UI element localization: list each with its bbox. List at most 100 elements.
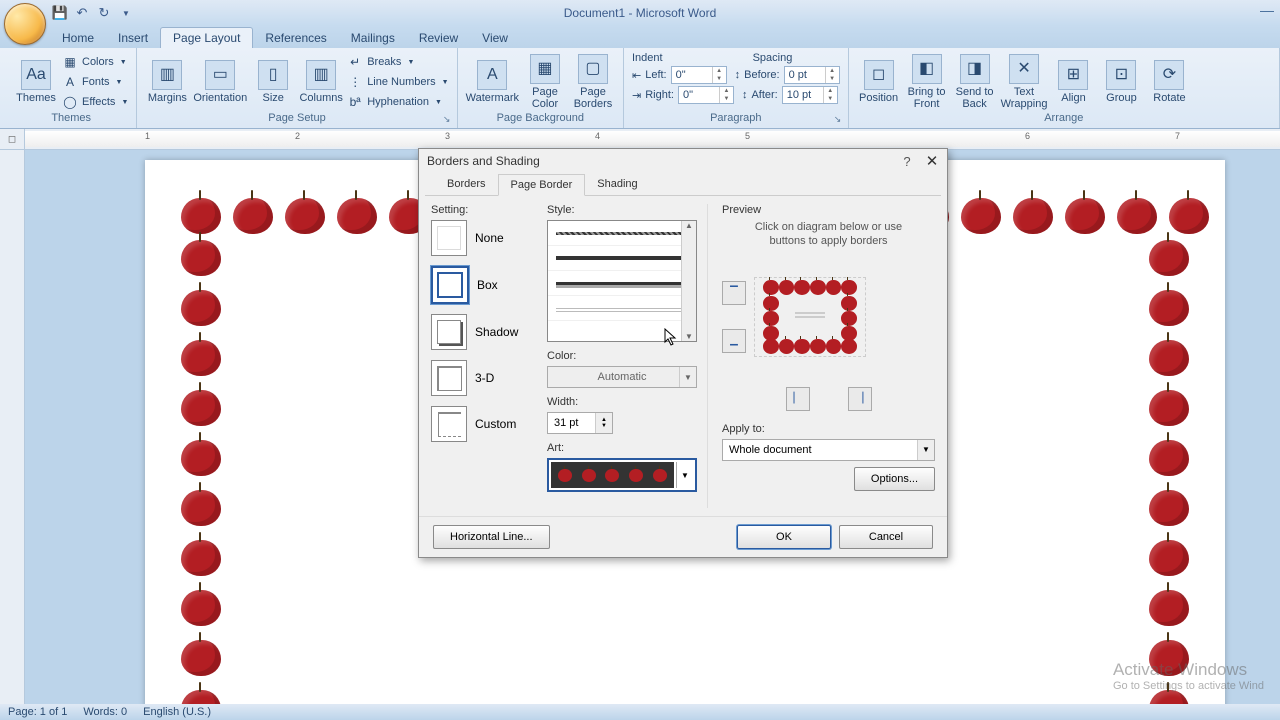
tab-page-layout[interactable]: Page Layout: [160, 27, 253, 48]
setting-shadow[interactable]: Shadow: [431, 314, 541, 350]
width-combo[interactable]: 31 pt ▲▼: [547, 412, 613, 434]
group-label-themes: Themes: [14, 112, 128, 126]
cancel-button[interactable]: Cancel: [839, 525, 933, 549]
setting-label: Setting:: [431, 204, 541, 216]
indent-left-input[interactable]: 0"▲▼: [671, 66, 727, 84]
align-icon: ⊞: [1058, 60, 1088, 90]
dialog-tab-borders[interactable]: Borders: [435, 174, 498, 196]
ruler-corner-icon[interactable]: ◻: [0, 129, 25, 149]
page-color-icon: ▦: [530, 54, 560, 84]
art-combo[interactable]: ▼: [547, 458, 697, 492]
status-page[interactable]: Page: 1 of 1: [8, 706, 67, 718]
hyphenation-button[interactable]: bªHyphenation▼: [347, 93, 448, 111]
borders-shading-dialog: Borders and Shading ? ✕ Borders Page Bor…: [418, 148, 948, 558]
dialog-tab-page-border[interactable]: Page Border: [498, 174, 586, 196]
paragraph-launcher-icon[interactable]: ↘: [832, 113, 844, 125]
group-button[interactable]: ⊡Group: [1099, 60, 1143, 104]
horizontal-line-button[interactable]: Horizontal Line...: [433, 525, 550, 549]
dialog-footer: Horizontal Line... OK Cancel: [419, 516, 947, 557]
effects-icon: ◯: [62, 94, 78, 110]
tab-view[interactable]: View: [470, 28, 520, 48]
style-listbox[interactable]: ▲▼: [547, 220, 697, 342]
breaks-button[interactable]: ↵Breaks▼: [347, 53, 448, 71]
send-back-icon: ◨: [960, 54, 990, 84]
qat-dropdown-icon[interactable]: ▼: [116, 3, 136, 23]
preview-left-border-button[interactable]: ▏: [786, 387, 810, 411]
bring-front-button[interactable]: ◧Bring to Front: [905, 54, 949, 110]
group-page-setup: ▥Margins ▭Orientation ▯Size ▥Columns ↵Br…: [137, 48, 457, 128]
size-button[interactable]: ▯Size: [251, 60, 295, 104]
setting-box[interactable]: Box: [431, 266, 541, 304]
dialog-titlebar[interactable]: Borders and Shading ? ✕: [419, 149, 947, 173]
dialog-close-icon[interactable]: ✕: [921, 151, 943, 171]
redo-icon[interactable]: ↻: [94, 3, 114, 23]
spacing-after-icon: ↕: [742, 89, 748, 101]
style-column: Style: ▲▼ Color: Automatic ▼ Width: 31 p…: [547, 204, 708, 508]
spacing-before-input[interactable]: 0 pt▲▼: [784, 66, 840, 84]
margins-button[interactable]: ▥Margins: [145, 60, 189, 104]
width-spinner[interactable]: ▲▼: [595, 413, 612, 433]
horizontal-ruler[interactable]: 1 2 3 4 5 6 7: [25, 131, 1280, 147]
status-words[interactable]: Words: 0: [83, 706, 127, 718]
window-title: Document1 - Microsoft Word: [564, 6, 717, 20]
tab-insert[interactable]: Insert: [106, 28, 160, 48]
chevron-down-icon: ▼: [917, 440, 934, 460]
tab-review[interactable]: Review: [407, 28, 470, 48]
apply-to-combo[interactable]: Whole document ▼: [722, 439, 935, 461]
effects-button[interactable]: ◯Effects▼: [62, 93, 128, 111]
orientation-button[interactable]: ▭Orientation: [193, 60, 247, 104]
tab-home[interactable]: Home: [50, 28, 106, 48]
rotate-icon: ⟳: [1154, 60, 1184, 90]
chevron-down-icon: ▼: [676, 462, 693, 488]
setting-custom[interactable]: Custom: [431, 406, 541, 442]
watermark-icon: A: [477, 60, 507, 90]
dialog-help-icon[interactable]: ?: [897, 151, 917, 171]
page-color-button[interactable]: ▦Page Color: [523, 54, 567, 110]
page-setup-launcher-icon[interactable]: ↘: [441, 113, 453, 125]
fonts-button[interactable]: AFonts▼: [62, 73, 128, 91]
status-language[interactable]: English (U.S.): [143, 706, 211, 718]
group-label-paragraph: Paragraph: [632, 112, 840, 126]
columns-button[interactable]: ▥Columns: [299, 60, 343, 104]
align-button[interactable]: ⊞Align: [1051, 60, 1095, 104]
preview-right-border-button[interactable]: ▕: [848, 387, 872, 411]
watermark-button[interactable]: AWatermark: [466, 60, 519, 104]
setting-3d[interactable]: 3-D: [431, 360, 541, 396]
indent-left-icon: ⇤: [632, 69, 641, 82]
send-back-button[interactable]: ◨Send to Back: [953, 54, 997, 110]
title-bar: 💾 ↶ ↻ ▼ Document1 - Microsoft Word —: [0, 0, 1280, 26]
line-numbers-button[interactable]: ⋮Line Numbers▼: [347, 73, 448, 91]
setting-none[interactable]: None: [431, 220, 541, 256]
text-wrap-button[interactable]: ✕Text Wrapping: [1001, 54, 1048, 110]
color-combo[interactable]: Automatic ▼: [547, 366, 697, 388]
ok-button[interactable]: OK: [737, 525, 831, 549]
group-arrange: ◻Position ◧Bring to Front ◨Send to Back …: [849, 48, 1280, 128]
tab-references[interactable]: References: [253, 28, 338, 48]
bring-front-icon: ◧: [912, 54, 942, 84]
setting-3d-thumb: [431, 360, 467, 396]
style-scrollbar[interactable]: ▲▼: [681, 221, 696, 341]
dialog-tab-shading[interactable]: Shading: [585, 174, 649, 196]
preview-bottom-border-button[interactable]: ▁: [722, 329, 746, 353]
undo-icon[interactable]: ↶: [72, 3, 92, 23]
vertical-ruler[interactable]: [0, 150, 25, 706]
preview-top-border-button[interactable]: ▔: [722, 281, 746, 305]
themes-label: Themes: [16, 92, 56, 104]
preview-page[interactable]: [754, 277, 866, 357]
colors-button[interactable]: ▦Colors▼: [62, 53, 128, 71]
tab-mailings[interactable]: Mailings: [339, 28, 407, 48]
rotate-button[interactable]: ⟳Rotate: [1147, 60, 1191, 104]
indent-right-input[interactable]: 0"▲▼: [678, 86, 734, 104]
minimize-button[interactable]: —: [1260, 2, 1274, 18]
colors-icon: ▦: [62, 54, 78, 70]
status-bar: Page: 1 of 1 Words: 0 English (U.S.): [0, 704, 1280, 720]
preview-desc: Click on diagram below or use buttons to…: [722, 220, 935, 249]
office-button[interactable]: [4, 3, 46, 45]
page-borders-button[interactable]: ▢Page Borders: [571, 54, 615, 110]
themes-button[interactable]: Aa Themes: [14, 60, 58, 104]
spacing-after-input[interactable]: 10 pt▲▼: [782, 86, 838, 104]
options-button[interactable]: Options...: [854, 467, 935, 491]
group-icon: ⊡: [1106, 60, 1136, 90]
position-button[interactable]: ◻Position: [857, 60, 901, 104]
save-icon[interactable]: 💾: [50, 3, 70, 23]
